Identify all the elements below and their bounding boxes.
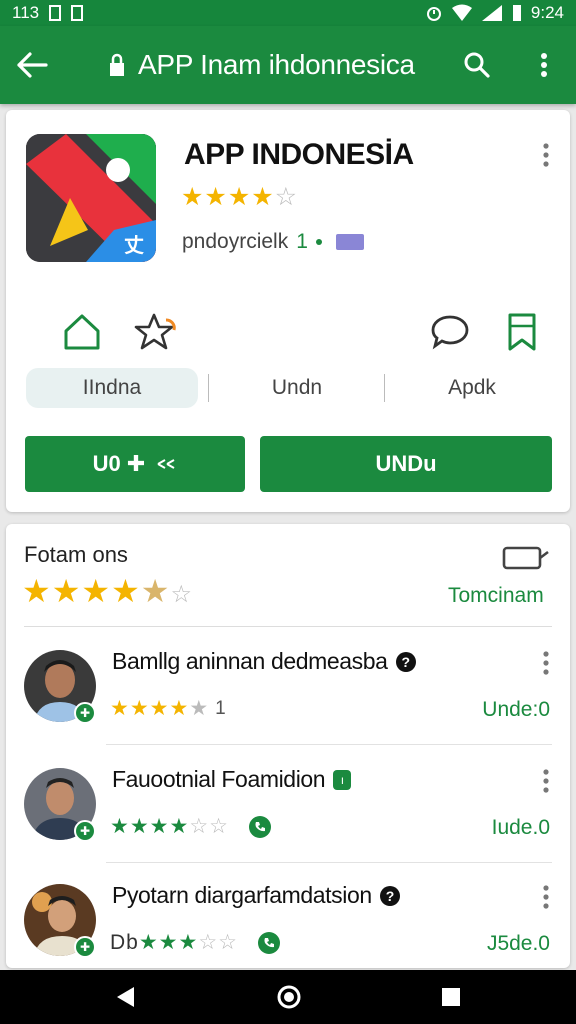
verified-badge-icon: ✚ (74, 936, 96, 958)
help-icon[interactable]: ? (379, 885, 400, 906)
app-logo-icon: 丈 (26, 134, 156, 262)
install-button-label: U0 ✚ (92, 451, 146, 476)
battery-icon (512, 5, 521, 21)
home-button[interactable] (58, 308, 106, 356)
verified-badge-icon: ✚ (74, 702, 96, 724)
system-nav-bar (0, 970, 576, 1024)
app-bar-title: APP Inam ihdonnesica (138, 49, 415, 80)
message-button[interactable] (502, 544, 550, 572)
review-action-link[interactable]: Iude.0 (492, 816, 550, 840)
status-text: 113 (12, 3, 40, 22)
review-item: ✚ Fauootnial Foamidion ı ★★★★☆☆ Iude.0 (6, 752, 570, 868)
developer-name[interactable]: pndoyrcielk (182, 230, 288, 254)
review-more-button[interactable] (534, 766, 558, 796)
nav-recents-button[interactable] (436, 982, 466, 1012)
triangle-back-icon (117, 987, 134, 1007)
bookmark-icon (508, 313, 536, 351)
signal-icon (481, 5, 502, 21)
app-rating-stars: ★★★★☆ (181, 183, 299, 211)
app-more-button[interactable] (534, 140, 558, 170)
chat-bubble-icon (431, 315, 469, 350)
alarm-icon (426, 7, 441, 21)
review-divider (106, 744, 552, 745)
chat-button[interactable] (426, 308, 474, 356)
separator-dot (315, 239, 322, 245)
svg-text:丈: 丈 (124, 233, 144, 257)
overflow-menu-icon (543, 143, 549, 167)
review-more-button[interactable] (534, 882, 558, 912)
section-divider (24, 626, 552, 627)
app-bar: APP Inam ihdonnesica (0, 26, 576, 104)
review-stars: ★★★★☆☆ (110, 814, 271, 839)
back-button[interactable] (0, 26, 64, 104)
square-recents-icon (442, 988, 460, 1006)
status-bar: 113 9:24 (0, 0, 576, 26)
developer-count: 1 (296, 230, 308, 253)
tab-divider (208, 374, 209, 402)
home-icon (64, 314, 100, 350)
lock-icon (110, 53, 124, 76)
tab-divider (384, 374, 385, 402)
review-count: 1 (215, 697, 227, 719)
verified-tag-icon: ı (333, 769, 352, 790)
review-item: ✚ Pyotarn diargarfamdatsion ? Db★★★☆☆ J5… (6, 868, 570, 984)
back-arrow-icon (17, 52, 48, 78)
nav-home-button[interactable] (274, 982, 304, 1012)
ratings-section-title: Fotam ons (24, 542, 128, 567)
review-stars: Db★★★☆☆ (110, 930, 280, 955)
phone-icon[interactable] (258, 931, 280, 954)
arrow-swap-icon (157, 459, 175, 469)
tab-bar: IIndna Undn Apdk (24, 368, 554, 408)
notification-icon (71, 5, 84, 21)
review-action-link[interactable]: J5de.0 (487, 932, 550, 956)
review-stars: ★★★★★ 1 (110, 697, 227, 720)
app-detail-card: 丈 APP INDONESİA ★★★★☆ pndoyrcielk 1 IInd… (6, 110, 570, 512)
review-item: ✚ Bamllg aninnan dedmeasba ? ★★★★★ 1 Und… (6, 634, 570, 750)
app-icon[interactable]: 丈 (26, 134, 156, 262)
review-divider (106, 862, 552, 863)
message-box-icon (502, 546, 549, 570)
app-title: APP INDONESİA (184, 138, 414, 171)
verified-badge-icon: ✚ (74, 820, 96, 842)
editor-badge-icon (335, 234, 364, 250)
help-icon[interactable]: ? (395, 651, 416, 672)
reviewer-name: Pyotarn diargarfamdatsion ? (112, 882, 400, 909)
review-action-link[interactable]: Unde:0 (482, 698, 550, 722)
tab-apdk[interactable]: Apdk (392, 368, 552, 408)
search-icon (464, 52, 490, 78)
reviewer-name: Fauootnial Foamidion ı (112, 766, 352, 793)
battery-saver-icon (49, 5, 62, 21)
app-developer-line: pndoyrcielk 1 (182, 230, 364, 254)
wishlist-button[interactable] (132, 308, 180, 356)
overflow-menu-icon (541, 53, 547, 77)
nav-back-button[interactable] (110, 982, 140, 1012)
phone-icon[interactable] (248, 815, 271, 838)
bookmark-button[interactable] (498, 308, 546, 356)
overflow-menu-icon (543, 769, 549, 793)
circle-home-icon (277, 985, 301, 1009)
star-outline-icon (134, 313, 176, 350)
ratings-see-all-link[interactable]: Tomcinam (448, 584, 544, 608)
overflow-menu-icon (543, 885, 549, 909)
overflow-menu-button[interactable] (526, 44, 562, 86)
review-more-button[interactable] (534, 648, 558, 678)
install-button[interactable]: U0 ✚ (25, 436, 245, 492)
tab-indna[interactable]: IIndna (26, 368, 198, 408)
search-button[interactable] (456, 44, 498, 86)
wifi-icon (451, 4, 472, 21)
open-button[interactable]: UNDu (260, 436, 552, 492)
overall-rating-stars: ★★★★★☆ (22, 573, 193, 609)
status-time: 9:24 (530, 3, 564, 22)
tab-undn[interactable]: Undn (214, 368, 380, 408)
overflow-menu-icon (543, 651, 549, 675)
ratings-card: Fotam ons ★★★★★☆ Tomcinam ✚ Bamllg aninn… (6, 524, 570, 968)
reviewer-name: Bamllg aninnan dedmeasba ? (112, 648, 416, 675)
